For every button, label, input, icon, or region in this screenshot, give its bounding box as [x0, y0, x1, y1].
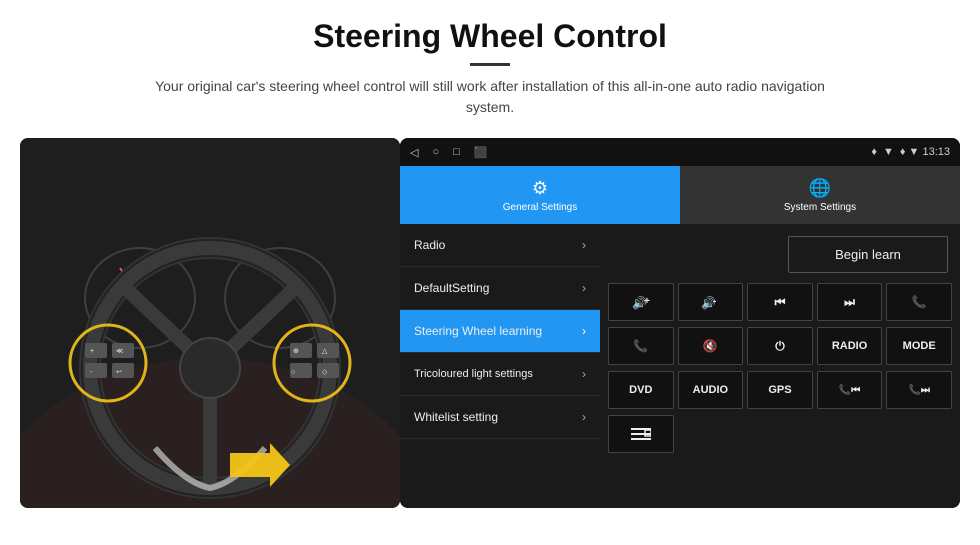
home-icon[interactable]: ○ — [432, 146, 439, 158]
chevron-right-icon: › — [582, 281, 586, 295]
vol-up-button[interactable]: 🔊+ — [608, 283, 674, 321]
location-icon: ♦ — [871, 146, 877, 158]
chevron-right-icon: › — [582, 367, 586, 381]
chevron-right-icon: › — [582, 238, 586, 252]
recents-icon[interactable]: □ — [453, 146, 460, 158]
status-bar-info: ♦ ▼ ♦ ▼ 13:13 — [871, 146, 950, 158]
svg-text:↩: ↩ — [116, 369, 122, 376]
tab-general-settings[interactable]: ⚙ General Settings — [400, 166, 680, 224]
menu-item-whitelist[interactable]: Whitelist setting › — [400, 396, 600, 439]
page-header: Steering Wheel Control Your original car… — [0, 0, 980, 128]
svg-text:△: △ — [322, 348, 328, 355]
gps-button[interactable]: GPS — [747, 371, 813, 409]
android-ui: ◁ ○ □ ⬛ ♦ ▼ ♦ ▼ 13:13 ⚙ General Settings… — [400, 138, 960, 508]
control-row-2: 📞 🔇 ⏻ RADIO MODE — [608, 327, 952, 365]
tab-system-settings[interactable]: 🌐 System Settings — [680, 166, 960, 224]
chevron-right-icon: › — [582, 410, 586, 424]
status-bar: ◁ ○ □ ⬛ ♦ ▼ ♦ ▼ 13:13 — [400, 138, 960, 166]
svg-text:◇: ◇ — [322, 369, 328, 376]
globe-icon: 🌐 — [809, 178, 831, 199]
page-title: Steering Wheel Control — [60, 18, 920, 55]
prev-track-button[interactable]: ⏮ — [747, 283, 813, 321]
svg-text:+: + — [90, 348, 94, 355]
vol-down-button[interactable]: 🔊- — [678, 283, 744, 321]
chevron-right-icon: › — [582, 324, 586, 338]
next-track-button[interactable]: ⏭ — [817, 283, 883, 321]
svg-text:⊕: ⊕ — [293, 348, 299, 355]
begin-learn-button[interactable]: Begin learn — [788, 236, 948, 273]
steering-wheel-image: + ≪ - ↩ ⊕ △ ○ ◇ — [20, 138, 400, 508]
mode-button[interactable]: MODE — [886, 327, 952, 365]
power-button[interactable]: ⏻ — [747, 327, 813, 365]
phone-end-button[interactable]: 📞 — [608, 327, 674, 365]
gear-icon: ⚙ — [532, 178, 548, 199]
menu-item-steering-wheel[interactable]: Steering Wheel learning › — [400, 310, 600, 353]
list-button[interactable] — [608, 415, 674, 453]
status-bar-nav-icons: ◁ ○ □ ⬛ — [410, 146, 487, 159]
menu-item-radio[interactable]: Radio › — [400, 224, 600, 267]
menu-item-tricoloured[interactable]: Tricoloured light settings › — [400, 353, 600, 396]
phone-button[interactable]: 📞 — [886, 283, 952, 321]
settings-menu: Radio › DefaultSetting › Steering Wheel … — [400, 224, 600, 508]
menu-icon[interactable]: ⬛ — [474, 146, 488, 159]
svg-text:≪: ≪ — [116, 348, 123, 355]
main-panel: Radio › DefaultSetting › Steering Wheel … — [400, 224, 960, 508]
audio-button[interactable]: AUDIO — [678, 371, 744, 409]
svg-text:-: - — [713, 296, 716, 307]
back-icon[interactable]: ◁ — [410, 146, 418, 159]
menu-item-default-setting[interactable]: DefaultSetting › — [400, 267, 600, 310]
control-row-4 — [608, 415, 952, 453]
call-next-button[interactable]: 📞⏭ — [886, 371, 952, 409]
dvd-button[interactable]: DVD — [608, 371, 674, 409]
tab-bar: ⚙ General Settings 🌐 System Settings — [400, 166, 960, 224]
steering-wheel-controls: Begin learn 🔊+ 🔊- ⏮ ⏭ 📞 📞 — [600, 224, 960, 508]
control-row-1: 🔊+ 🔊- ⏮ ⏭ 📞 — [608, 283, 952, 321]
radio-button[interactable]: RADIO — [817, 327, 883, 365]
call-prev-button[interactable]: 📞⏮ — [817, 371, 883, 409]
svg-text:○: ○ — [291, 369, 295, 376]
control-row-3: DVD AUDIO GPS 📞⏮ 📞⏭ — [608, 371, 952, 409]
begin-learn-row: Begin learn — [608, 232, 952, 277]
mute-button[interactable]: 🔇 — [678, 327, 744, 365]
clock: ♦ ▼ 13:13 — [900, 146, 950, 158]
content-area: + ≪ - ↩ ⊕ △ ○ ◇ ◁ ○ — [0, 128, 980, 508]
title-divider — [470, 63, 510, 66]
svg-text:+: + — [644, 296, 650, 307]
wifi-icon: ▼ — [883, 146, 894, 158]
header-description: Your original car's steering wheel contr… — [140, 76, 840, 118]
